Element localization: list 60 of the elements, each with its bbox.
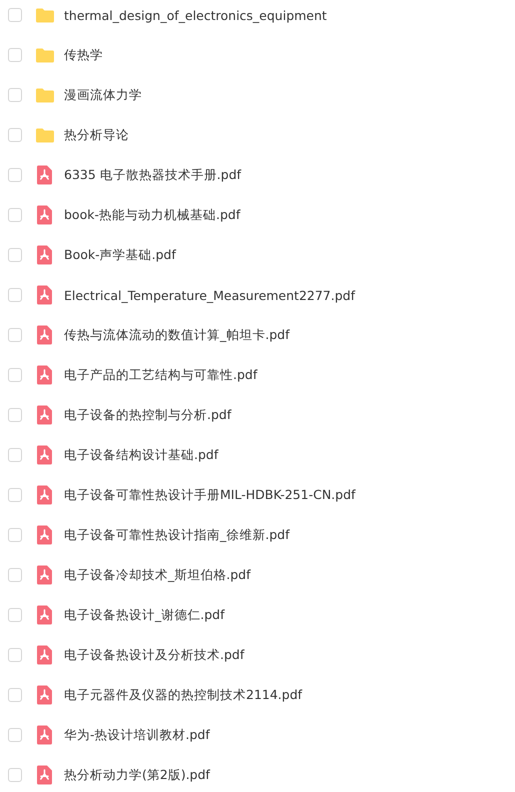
- pdf-icon: [35, 685, 55, 705]
- checkbox[interactable]: [8, 248, 22, 262]
- checkbox[interactable]: [8, 528, 22, 542]
- file-name[interactable]: book-热能与动力机械基础.pdf: [64, 206, 240, 224]
- file-name[interactable]: 漫画流体力学: [64, 86, 142, 104]
- file-name[interactable]: 电子设备热设计及分析技术.pdf: [64, 646, 244, 664]
- folder-icon: [35, 48, 55, 62]
- checkbox[interactable]: [8, 488, 22, 502]
- file-name[interactable]: 电子设备可靠性热设计指南_徐维新.pdf: [64, 526, 290, 544]
- folder-icon: [35, 128, 55, 142]
- file-name[interactable]: 热分析动力学(第2版).pdf: [64, 766, 210, 784]
- file-name[interactable]: 华为-热设计培训教材.pdf: [64, 726, 210, 744]
- checkbox[interactable]: [8, 608, 22, 622]
- folder-icon: [35, 88, 55, 102]
- checkbox[interactable]: [8, 208, 22, 222]
- file-name[interactable]: 热分析导论: [64, 126, 129, 144]
- pdf-icon: [35, 325, 55, 345]
- file-name[interactable]: 电子设备热设计_谢德仁.pdf: [64, 606, 224, 624]
- pdf-icon: [35, 565, 55, 585]
- checkbox[interactable]: [8, 8, 22, 22]
- pdf-icon: [35, 205, 55, 225]
- pdf-icon: [35, 165, 55, 185]
- checkbox[interactable]: [8, 768, 22, 782]
- checkbox[interactable]: [8, 728, 22, 742]
- checkbox[interactable]: [8, 688, 22, 702]
- folder-icon: [35, 8, 55, 22]
- pdf-icon: [35, 725, 55, 745]
- file-name[interactable]: 电子产品的工艺结构与可靠性.pdf: [64, 366, 258, 384]
- checkbox[interactable]: [8, 328, 22, 342]
- file-name[interactable]: 传热学: [64, 46, 103, 64]
- pdf-icon: [35, 605, 55, 625]
- file-name[interactable]: 电子设备可靠性热设计手册MIL-HDBK-251-CN.pdf: [64, 486, 356, 504]
- file-name[interactable]: 电子设备冷却技术_斯坦伯格.pdf: [64, 566, 250, 584]
- checkbox[interactable]: [8, 568, 22, 582]
- pdf-icon: [35, 405, 55, 425]
- checkbox[interactable]: [8, 128, 22, 142]
- pdf-icon: [35, 245, 55, 265]
- pdf-icon: [35, 765, 55, 785]
- file-name[interactable]: 6335 电子散热器技术手册.pdf: [64, 166, 242, 184]
- file-name[interactable]: 电子设备的热控制与分析.pdf: [64, 406, 232, 424]
- checkbox[interactable]: [8, 48, 22, 62]
- file-name[interactable]: 电子元器件及仪器的热控制技术2114.pdf: [64, 686, 302, 704]
- pdf-icon: [35, 525, 55, 545]
- checkbox[interactable]: [8, 288, 22, 302]
- file-name[interactable]: thermal_design_of_electronics_equipment: [64, 8, 327, 22]
- checkbox[interactable]: [8, 448, 22, 462]
- checkbox[interactable]: [8, 648, 22, 662]
- file-name[interactable]: Book-声学基础.pdf: [64, 246, 176, 264]
- pdf-icon: [35, 285, 55, 305]
- checkbox[interactable]: [8, 88, 22, 102]
- checkbox[interactable]: [8, 408, 22, 422]
- pdf-icon: [35, 485, 55, 505]
- file-name[interactable]: Electrical_Temperature_Measurement2277.pdf: [64, 288, 356, 302]
- checkbox[interactable]: [8, 368, 22, 382]
- checkbox[interactable]: [8, 168, 22, 182]
- file-name[interactable]: 电子设备结构设计基础.pdf: [64, 446, 218, 464]
- pdf-icon: [35, 365, 55, 385]
- pdf-icon: [35, 645, 55, 665]
- pdf-icon: [35, 445, 55, 465]
- file-name[interactable]: 传热与流体流动的数值计算_帕坦卡.pdf: [64, 326, 290, 344]
